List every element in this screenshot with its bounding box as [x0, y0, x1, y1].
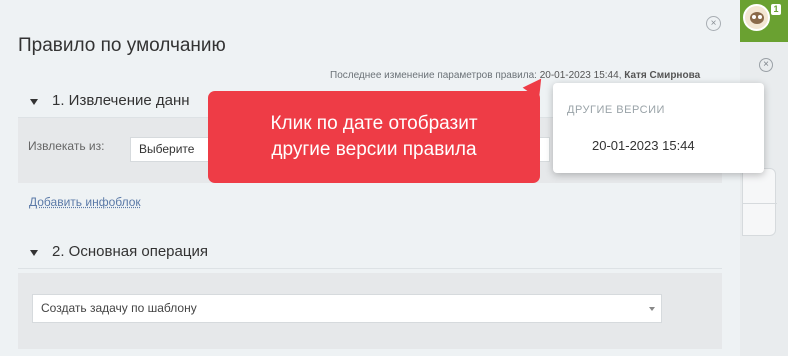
background-card	[742, 168, 777, 236]
extract-from-label: Извлекать из:	[28, 139, 105, 153]
avatar-eye-icon	[758, 15, 762, 19]
user-avatar[interactable]	[743, 4, 770, 31]
section-main-operation-header[interactable]: 2. Основная операция	[18, 237, 722, 269]
last-modified-date-link[interactable]: 20-01-2023 15:44	[540, 70, 619, 81]
collapse-triangle-icon	[30, 99, 38, 105]
other-versions-popup: ДРУГИЕ ВЕРСИИ 20-01-2023 15:44	[553, 83, 764, 173]
close-icon[interactable]: ×	[706, 16, 721, 31]
section-main-operation-body: Создать задачу по шаблону	[18, 273, 722, 349]
collapse-triangle-icon	[30, 250, 38, 256]
operation-select-value: Создать задачу по шаблону	[41, 301, 197, 315]
callout-line-2: другие версии правила	[271, 139, 477, 160]
add-infoblock-row: Добавить инфоблок	[18, 183, 722, 219]
last-modified-info: Последнее изменение параметров правила: …	[330, 70, 722, 81]
add-infoblock-link[interactable]: Добавить инфоблок	[29, 195, 141, 209]
avatar-eye-icon	[752, 15, 756, 19]
page-title: Правило по умолчанию	[18, 35, 226, 56]
section-extract-label: 1. Извлечение данн	[52, 92, 190, 109]
callout-line-1: Клик по дате отобразит	[270, 113, 478, 134]
last-modified-prefix: Последнее изменение параметров правила:	[330, 70, 540, 81]
chevron-down-icon	[649, 307, 655, 311]
version-item[interactable]: 20-01-2023 15:44	[592, 138, 695, 153]
last-modified-author: Катя Смирнова	[624, 70, 701, 81]
background-close-icon[interactable]: ×	[759, 58, 773, 72]
operation-select[interactable]: Создать задачу по шаблону	[32, 294, 662, 323]
other-versions-header: ДРУГИЕ ВЕРСИИ	[567, 104, 665, 116]
hint-callout: Клик по дате отобразит другие версии пра…	[208, 72, 550, 183]
section-main-operation-label: 2. Основная операция	[52, 243, 208, 260]
background-card-divider	[743, 203, 777, 204]
notification-badge: 1	[771, 4, 781, 15]
